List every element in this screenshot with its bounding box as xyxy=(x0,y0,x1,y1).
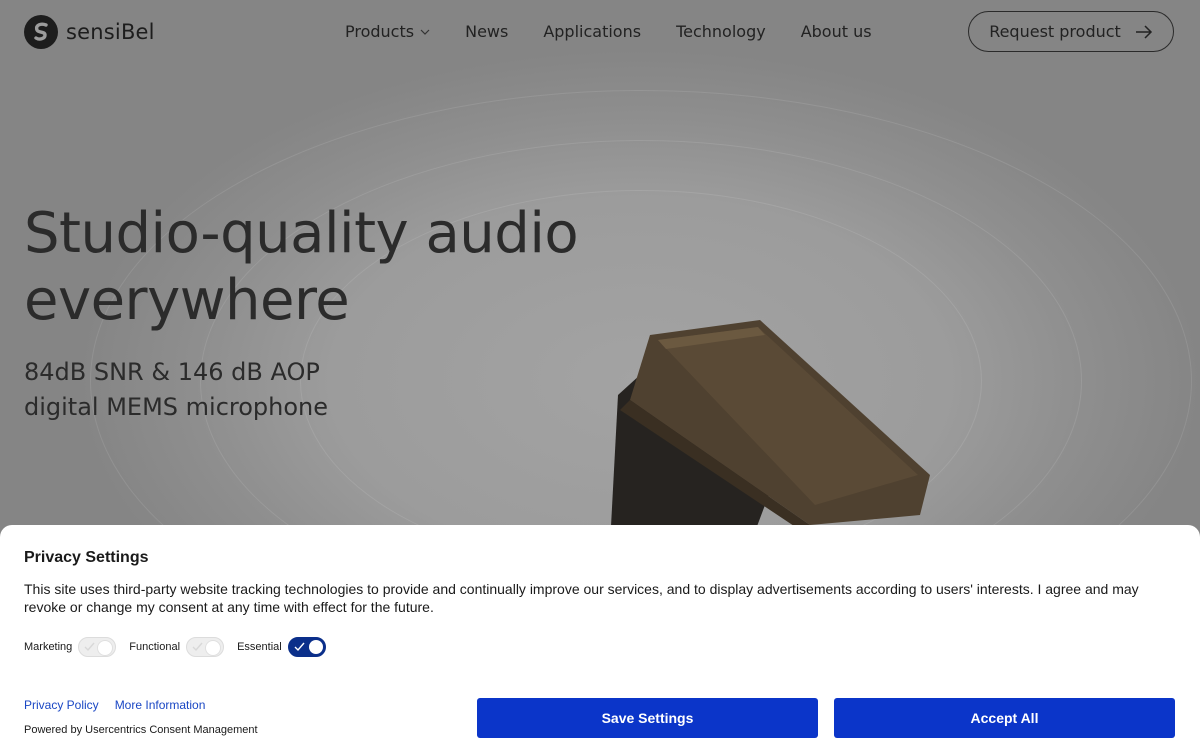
arrow-right-icon xyxy=(1135,24,1152,39)
hero-title: Studio-quality audio everywhere xyxy=(24,201,579,333)
privacy-policy-link[interactable]: Privacy Policy xyxy=(24,698,99,712)
hero-subtitle-line: digital MEMS microphone xyxy=(24,393,329,421)
privacy-consent-banner: Privacy Settings This site uses third-pa… xyxy=(0,525,1200,750)
nav-item-label: News xyxy=(465,22,509,41)
main-nav: Products News Applications Technology Ab… xyxy=(345,22,907,41)
toggle-label: Essential xyxy=(237,641,282,653)
toggle-essential: Essential xyxy=(237,637,326,657)
essential-switch[interactable] xyxy=(287,637,326,657)
toggle-label: Marketing xyxy=(24,641,73,653)
logo-mark-icon xyxy=(24,15,58,49)
brand-logo[interactable]: sensiBel xyxy=(24,15,155,49)
nav-item-label: About us xyxy=(800,22,872,41)
nav-item-label: Applications xyxy=(543,22,642,41)
nav-item-label: Products xyxy=(345,22,415,41)
nav-item-about-us[interactable]: About us xyxy=(801,22,872,41)
hero-subtitle-line: 84dB SNR & 146 dB AOP xyxy=(24,358,320,386)
toggle-label: Functional xyxy=(129,641,181,653)
switch-knob xyxy=(308,640,323,654)
nav-item-label: Technology xyxy=(676,22,766,41)
check-icon xyxy=(192,642,203,652)
nav-item-applications[interactable]: Applications xyxy=(543,22,641,41)
request-product-label: Request product xyxy=(989,22,1121,41)
save-settings-button[interactable]: Save Settings xyxy=(477,698,818,738)
consent-toggles: Marketing Functional Essential xyxy=(24,637,339,657)
more-information-link[interactable]: More Information xyxy=(115,698,206,712)
request-product-button[interactable]: Request product xyxy=(968,11,1174,52)
nav-item-products[interactable]: Products xyxy=(345,22,430,41)
brand-name: sensiBel xyxy=(66,20,155,44)
site-header: sensiBel Products News Applications Tech… xyxy=(0,0,1200,66)
toggle-marketing: Marketing xyxy=(24,637,117,657)
toggle-functional: Functional xyxy=(129,637,225,657)
nav-item-technology[interactable]: Technology xyxy=(676,22,766,41)
chevron-down-icon xyxy=(420,29,430,35)
hero-subtitle: 84dB SNR & 146 dB AOP digital MEMS micro… xyxy=(24,355,544,425)
check-icon xyxy=(294,642,305,652)
switch-knob xyxy=(97,640,114,656)
switch-knob xyxy=(205,640,222,656)
consent-links: Privacy Policy More Information xyxy=(24,698,221,712)
accept-all-button[interactable]: Accept All xyxy=(834,698,1175,738)
consent-description: This site uses third-party website track… xyxy=(24,581,1139,615)
powered-by-text: Powered by Usercentrics Consent Manageme… xyxy=(24,724,258,736)
marketing-switch[interactable] xyxy=(78,637,117,657)
nav-item-news[interactable]: News xyxy=(465,22,508,41)
mems-microphone-image xyxy=(610,320,930,545)
functional-switch[interactable] xyxy=(186,637,225,657)
consent-title: Privacy Settings xyxy=(24,549,149,566)
check-icon xyxy=(84,642,95,652)
